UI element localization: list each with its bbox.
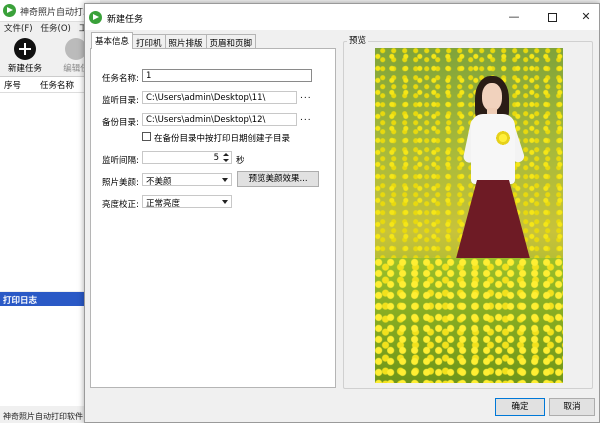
tab-photo-layout[interactable]: 照片排版 (164, 34, 207, 49)
new-task-label: 新建任务 (7, 64, 42, 74)
menu-task[interactable]: 任务(O) (41, 22, 71, 36)
preview-photo (375, 48, 563, 383)
photo-foreground-flowers (375, 258, 563, 383)
preview-label: 预览 (347, 34, 369, 46)
stepper-up-icon[interactable] (223, 153, 229, 156)
watch-dir-input[interactable]: C:\Users\admin\Desktop\11\ (142, 91, 297, 104)
tab-printer[interactable]: 打印机 (132, 34, 166, 49)
watch-dir-label: 监听目录: (102, 96, 139, 106)
interval-label: 监听间隔: (102, 156, 139, 166)
minimize-button[interactable]: — (497, 4, 531, 30)
column-header-index[interactable]: 序号 (0, 79, 36, 91)
dialog-tabs: 基本信息 打印机 照片排版 页眉和页脚 (91, 32, 257, 49)
column-header-task-name[interactable]: 任务名称 (36, 79, 74, 91)
preview-beauty-button[interactable]: 预览美颜效果... (237, 171, 319, 187)
photo-face (482, 83, 502, 111)
app-logo-icon (3, 4, 16, 17)
interval-stepper[interactable]: 5 (142, 151, 232, 164)
interval-unit: 秒 (236, 156, 245, 166)
task-table: 序号 任务名称 (0, 76, 84, 291)
backup-dir-browse-button[interactable]: ... (300, 113, 312, 123)
brightness-select[interactable]: 正常亮度 (142, 195, 232, 209)
beauty-select-value: 不美颜 (146, 177, 172, 187)
beauty-label: 照片美颜: (102, 178, 139, 188)
subdir-checkbox[interactable] (142, 132, 151, 141)
print-log-header: 打印日志 (0, 292, 84, 306)
chevron-down-icon (222, 178, 228, 182)
cancel-button[interactable]: 取消 (549, 398, 595, 416)
stepper-down-icon[interactable] (223, 159, 229, 162)
photo-shirt (471, 114, 515, 184)
maximize-button[interactable] (535, 4, 569, 30)
beauty-select[interactable]: 不美颜 (142, 173, 232, 187)
print-log-panel (0, 306, 84, 406)
brightness-label: 亮度校正: (102, 200, 139, 210)
photo-skirt (453, 180, 533, 270)
task-name-input[interactable]: 1 (142, 69, 312, 82)
backup-dir-label: 备份目录: (102, 118, 139, 128)
basic-info-panel: 任务名称: 1 监听目录: C:\Users\admin\Desktop\11\… (90, 48, 336, 388)
ok-button[interactable]: 确定 (495, 398, 545, 416)
photo-flowers (495, 130, 511, 146)
close-button[interactable]: ✕ (569, 4, 600, 30)
tab-header-footer[interactable]: 页眉和页脚 (205, 34, 257, 49)
plus-circle-icon (14, 38, 36, 60)
chevron-down-icon (222, 200, 228, 204)
brightness-select-value: 正常亮度 (146, 199, 181, 209)
watch-dir-browse-button[interactable]: ... (300, 91, 312, 101)
task-name-label: 任务名称: (102, 74, 139, 84)
new-task-button[interactable]: 新建任务 (4, 38, 46, 74)
backup-dir-input[interactable]: C:\Users\admin\Desktop\12\ (142, 113, 297, 126)
subdir-checkbox-label[interactable]: 在备份目录中按打印日期创建子目录 (154, 132, 290, 144)
dialog-logo-icon (89, 11, 102, 24)
new-task-dialog: 新建任务 — ✕ 基本信息 打印机 照片排版 页眉和页脚 任务名称: 1 监听目… (84, 3, 600, 423)
task-table-header: 序号 任务名称 (0, 77, 84, 93)
maximize-icon (547, 12, 557, 22)
tab-basic-info[interactable]: 基本信息 (91, 32, 134, 49)
menu-file[interactable]: 文件(F) (4, 22, 33, 36)
dialog-title: 新建任务 (107, 15, 144, 25)
interval-value: 5 (213, 153, 219, 163)
dialog-titlebar: 新建任务 — ✕ (85, 4, 599, 30)
